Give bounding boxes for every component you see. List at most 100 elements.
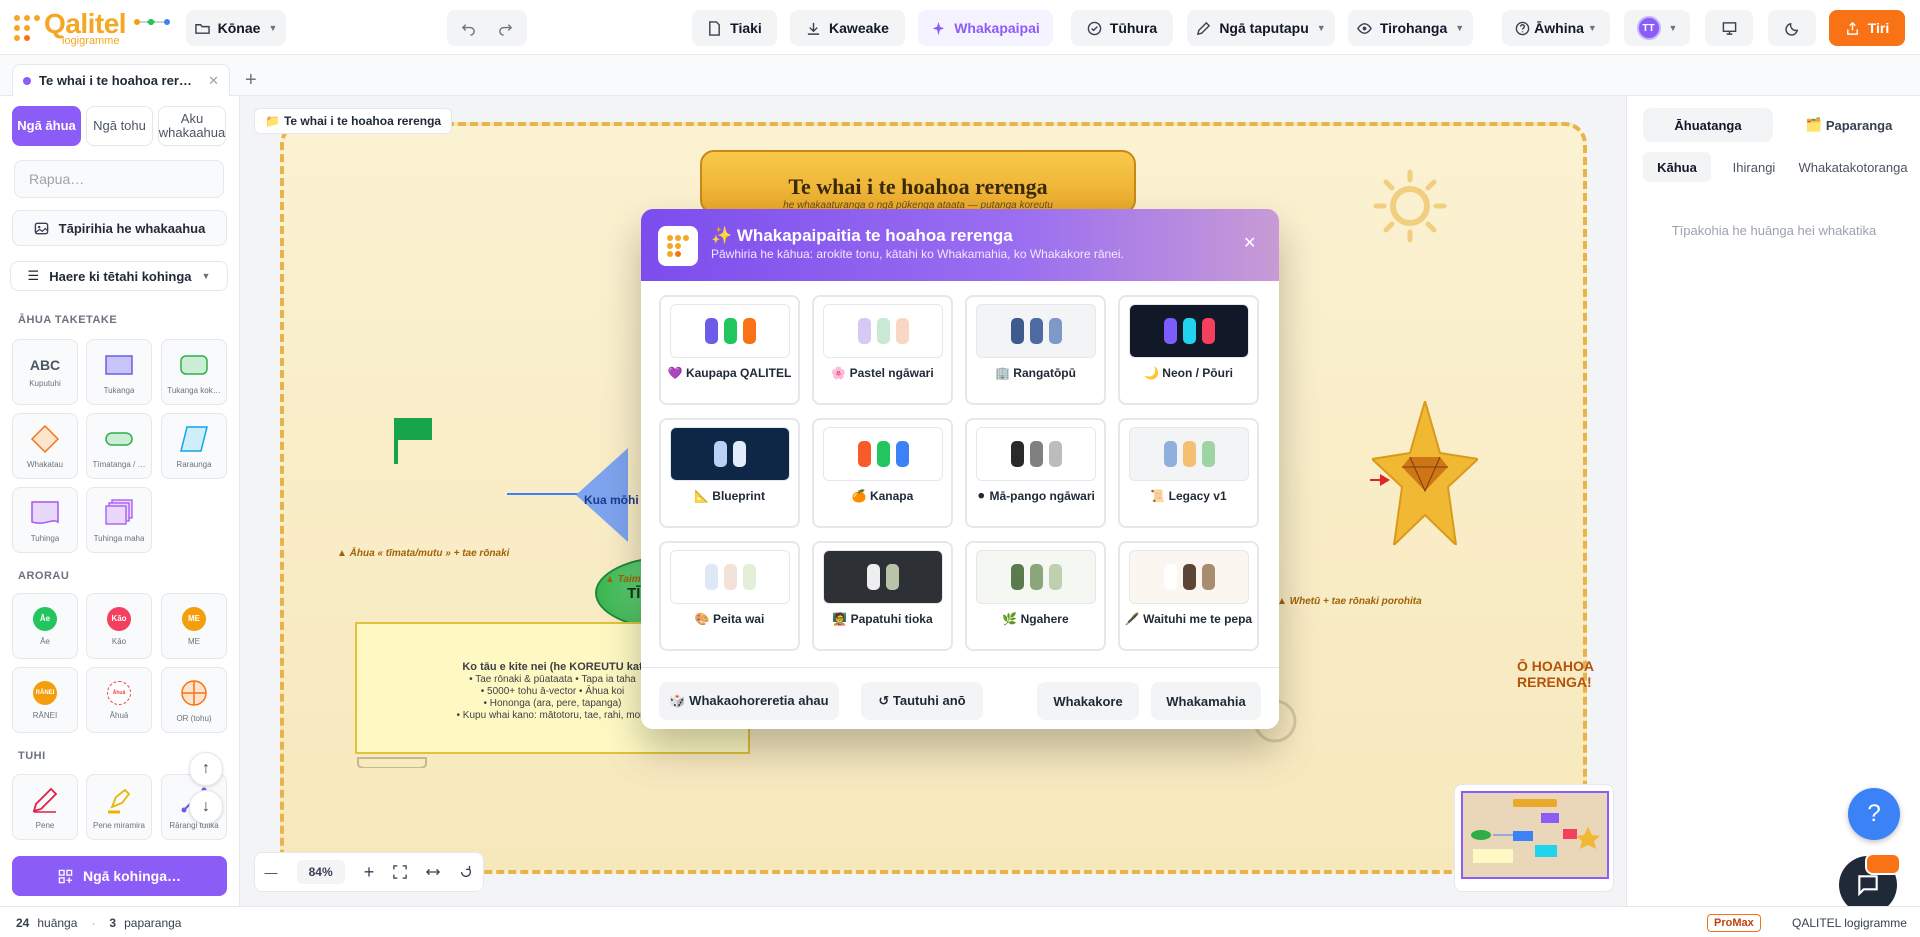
theme-color-chip — [1048, 564, 1062, 590]
breadcrumb[interactable]: 📁 Te whai i te hoahoa rerenga — [254, 108, 453, 134]
theme-color-chip — [1163, 564, 1177, 590]
tab-properties[interactable]: Āhuatanga — [1643, 108, 1773, 142]
shape-decision[interactable]: Whakatau — [12, 413, 78, 479]
folder-icon — [194, 23, 210, 34]
zoom-in-button[interactable]: + — [364, 862, 375, 883]
presentation-button[interactable] — [1705, 10, 1753, 46]
reset-view-icon[interactable] — [459, 865, 473, 879]
zoom-level[interactable]: 84% — [296, 860, 345, 884]
goto-collection-select[interactable]: ☰ Haere ki tētahi kohinga ▼ — [10, 261, 228, 291]
draw-highlighter[interactable]: Pene miramira — [86, 774, 152, 840]
logic-condition[interactable]: Āhuā Āhuā — [86, 667, 152, 733]
theme-card[interactable]: 🌿 Ngahere — [965, 541, 1106, 651]
document-tab-label: Te whai i te hoahoa rer… — [39, 73, 192, 88]
tools-menu-button[interactable]: Ngā taputapu ▼ — [1187, 10, 1335, 46]
save-button[interactable]: Tiaki — [692, 10, 777, 46]
close-icon[interactable]: ✕ — [208, 73, 219, 89]
minimap[interactable] — [1454, 784, 1614, 892]
file-menu-button[interactable]: Kōnae ▼ — [186, 10, 286, 46]
theme-swatch — [976, 304, 1096, 358]
pedestal-shape — [357, 757, 427, 768]
theme-card[interactable]: 🌸 Pastel ngāwari — [812, 295, 953, 405]
dark-mode-toggle[interactable] — [1768, 10, 1816, 46]
flag-icon[interactable] — [392, 416, 432, 466]
finish-star[interactable] — [1372, 401, 1478, 545]
theme-color-chip — [1010, 564, 1024, 590]
shape-search-input[interactable]: Rapua… — [14, 160, 224, 198]
tab-layers[interactable]: 🗂️ Paparanga — [1787, 108, 1911, 142]
theme-color-chip — [1029, 318, 1043, 344]
shape-text[interactable]: ABC Kuputuhi — [12, 339, 78, 405]
logic-or-symbol[interactable]: OR (tohu) — [161, 667, 227, 733]
sun-icon[interactable] — [1370, 166, 1450, 246]
subtab-content[interactable]: Ihirangi — [1719, 152, 1789, 182]
arrow-down-icon: ↓ — [202, 798, 210, 815]
shape-data[interactable]: Raraunga — [161, 413, 227, 479]
view-menu-button[interactable]: Tirohanga ▼ — [1348, 10, 1473, 46]
shape-terminator[interactable]: Tīmatanga / … — [86, 413, 152, 479]
zoom-out-button[interactable]: — — [265, 865, 278, 880]
theme-card[interactable]: 📐 Blueprint — [659, 418, 800, 528]
diagram-banner[interactable]: Te whai i te hoahoa rerenga he whakaatur… — [700, 150, 1136, 214]
theme-card[interactable]: 🧑‍🏫 Papatuhi tioka — [812, 541, 953, 651]
theme-card[interactable]: 🌙 Neon / Pōuri — [1118, 295, 1259, 405]
undo-icon[interactable] — [461, 21, 476, 36]
left-sidebar: Ngā āhua Ngā tohu Aku whakaahua Rapua… T… — [0, 96, 240, 906]
segment-shapes[interactable]: Ngā āhua — [12, 106, 81, 146]
document-tab[interactable]: Te whai i te hoahoa rer… ✕ — [12, 64, 230, 96]
theme-card[interactable]: 💜 Kaupapa QALITEL — [659, 295, 800, 405]
app-logo[interactable]: Qalitel logigramme — [14, 8, 174, 48]
theme-card[interactable]: 📜 Legacy v1 — [1118, 418, 1259, 528]
sticky-note-line: • Hononga (ara, pere, tapanga) — [483, 698, 622, 710]
help-fab-button[interactable]: ? — [1848, 788, 1900, 840]
subtab-style[interactable]: Kāhua — [1643, 152, 1711, 182]
scroll-down-button[interactable]: ↓ — [189, 790, 223, 824]
share-button[interactable]: Tiri — [1829, 10, 1905, 46]
redo-icon[interactable] — [498, 21, 513, 36]
fit-width-icon[interactable] — [426, 865, 441, 879]
logic-or[interactable]: RĀNEI RĀNEI — [12, 667, 78, 733]
apply-button[interactable]: Whakamahia — [1151, 682, 1261, 720]
verify-button[interactable]: Tūhura — [1071, 10, 1173, 46]
import-image-button[interactable]: Tāpirihia he whakaahua — [12, 210, 227, 246]
plan-badge[interactable]: ProMax — [1707, 914, 1761, 932]
subtab-arrangement[interactable]: Whakatakotoranga — [1793, 152, 1913, 182]
shape-process[interactable]: Tukanga — [86, 339, 152, 405]
theme-card[interactable]: 🍊 Kanapa — [812, 418, 953, 528]
minimap-viewport[interactable] — [1461, 791, 1609, 879]
fit-screen-icon[interactable] — [393, 865, 408, 879]
close-icon[interactable]: ✕ — [1243, 233, 1256, 253]
segment-my-images[interactable]: Aku whakaahua — [158, 106, 226, 146]
logo-dots-icon — [14, 15, 40, 41]
shape-multi-document[interactable]: Tuhinga maha — [86, 487, 152, 553]
theme-card[interactable]: 🎨 Peita wai — [659, 541, 800, 651]
more-collections-button[interactable]: Ngā kohinga… — [12, 856, 227, 896]
shape-rounded-process[interactable]: Tukanga kok… — [161, 339, 227, 405]
theme-card[interactable]: ⚫ Mā-pango ngāwari — [965, 418, 1106, 528]
shape-document[interactable]: Tuhinga — [12, 487, 78, 553]
sticky-note-title: Ko tāu e kite nei (he KOREUTU kat — [462, 661, 643, 673]
beautify-button[interactable]: Whakapaipai — [918, 10, 1053, 46]
logic-yes[interactable]: Āe Āe — [12, 593, 78, 659]
add-tab-button[interactable]: + — [245, 69, 257, 92]
segment-icons[interactable]: Ngā tohu — [86, 106, 153, 146]
export-button[interactable]: Kaweake — [790, 10, 905, 46]
reset-button[interactable]: ↺ Tautuhi anō — [861, 682, 983, 720]
logic-no[interactable]: Kāo Kāo — [86, 593, 152, 659]
cancel-button[interactable]: Whakakore — [1037, 682, 1139, 720]
logic-and[interactable]: ME ME — [161, 593, 227, 659]
shape-label: Whakatau — [26, 459, 64, 469]
randomize-button[interactable]: 🎲 Whakaohoreretia ahau — [659, 682, 839, 720]
help-menu-button[interactable]: Āwhina ▼ — [1502, 10, 1610, 46]
element-count-label: huānga — [37, 916, 78, 930]
breadcrumb-label: Te whai i te hoahoa rerenga — [283, 114, 442, 128]
draw-pen[interactable]: Pene — [12, 774, 78, 840]
finish-node-label[interactable]: Ō HOAHOA RERENGA! — [1517, 658, 1626, 690]
theme-swatch — [670, 427, 790, 481]
theme-card[interactable]: 🏢 Rangatōpū — [965, 295, 1106, 405]
theme-color-chip — [742, 564, 756, 590]
theme-card[interactable]: 🖋️ Waituhi me te pepa — [1118, 541, 1259, 651]
user-menu-button[interactable]: TT ▼ — [1624, 10, 1690, 46]
scroll-up-button[interactable]: ↑ — [189, 752, 223, 786]
logo-text: Qalitel — [44, 7, 127, 39]
